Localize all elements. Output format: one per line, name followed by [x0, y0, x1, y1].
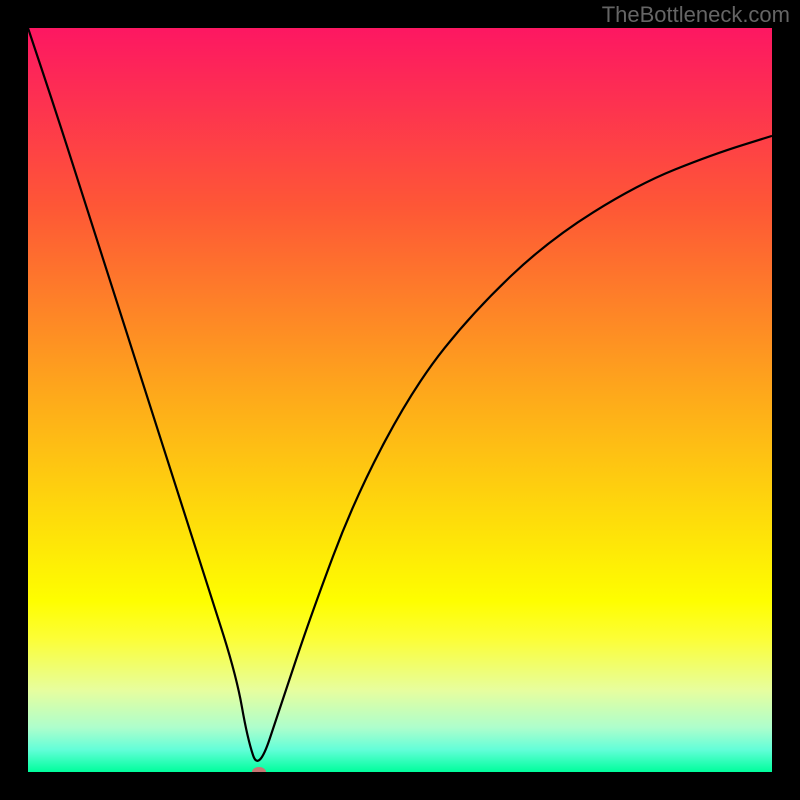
- optimum-point-marker: [252, 767, 266, 772]
- watermark-label: TheBottleneck.com: [602, 2, 790, 28]
- bottleneck-curve: [28, 28, 772, 772]
- chart-canvas: TheBottleneck.com: [0, 0, 800, 800]
- plot-area: [28, 28, 772, 772]
